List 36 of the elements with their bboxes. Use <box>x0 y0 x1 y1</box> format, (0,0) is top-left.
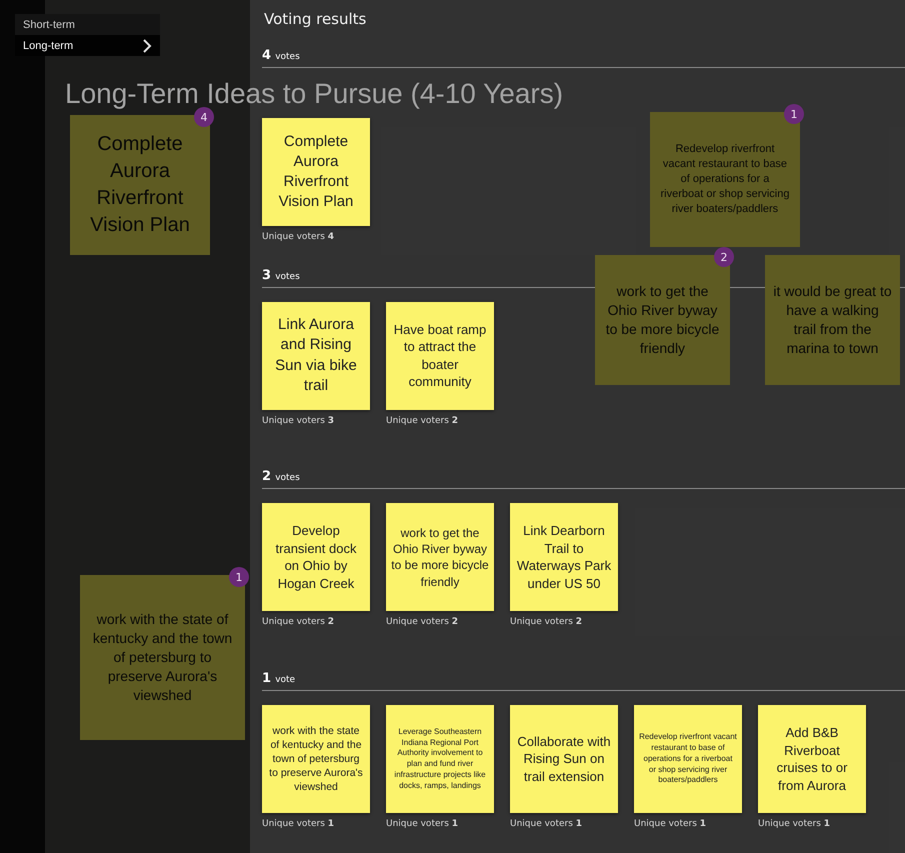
unique-voters-label: Unique voters 2 <box>386 617 460 628</box>
panel-title: Voting results <box>264 10 368 28</box>
idea-card: work to get the Ohio River byway to be more bicycle friendly <box>386 503 494 612</box>
vote-count-heading: 4 votes <box>262 48 301 63</box>
unique-voters-label: Unique voters 2 <box>262 617 336 628</box>
idea-card: Complete Aurora Riverfront Vision Plan <box>262 118 370 226</box>
idea-card: Link Aurora and Rising Sun via bike trail <box>262 302 370 410</box>
idea-card: work with the state of kentucky and the town of petersburg to preserve Aurora's viewshed <box>262 705 370 814</box>
idea-card: Add B&B Riverboat cruises to or from Aurora <box>758 705 866 814</box>
idea-card: Develop transient dock on Ohio by Hogan Creek <box>262 503 370 612</box>
sticky-note[interactable]: it would be great to have a walking trail from the marina to town <box>765 255 900 385</box>
vote-badge: 4 <box>194 107 214 127</box>
idea-card: Link Dearborn Trail to Waterways Park under US 50 <box>510 503 618 612</box>
unique-voters-label: Unique voters 1 <box>386 819 460 830</box>
vote-badge: 1 <box>784 104 804 124</box>
idea-card: Have boat ramp to attract the boater community <box>386 302 494 410</box>
idea-card: Collaborate with Rising Sun on trail extension <box>510 705 618 814</box>
idea-card: Redevelop riverfront vacant restaurant to base of operations for a riverboat or shop servicing river boaters/paddlers <box>634 705 742 814</box>
vote-badge: 2 <box>714 247 734 267</box>
vote-count-heading: 1 vote <box>262 671 296 686</box>
menu-item[interactable]: Long-term <box>15 35 160 56</box>
unique-voters-label: Unique voters 2 <box>386 416 460 426</box>
unique-voters-label: Unique voters 3 <box>262 416 336 426</box>
unique-voters-label: Unique voters 1 <box>510 819 584 830</box>
unique-voters-label: Unique voters 1 <box>262 819 336 830</box>
idea-card: Leverage Southeastern Indiana Regional Port Authority involvement to plan and fund river infrastructure projects like docks, ramps, landings <box>386 705 494 814</box>
vote-count-heading: 3 votes <box>262 268 301 283</box>
unique-voters-label: Unique voters 1 <box>758 819 832 830</box>
board-title: Long-Term Ideas to Pursue (4-10 Years) <box>65 78 564 110</box>
vote-count-heading: 2 votes <box>262 469 301 484</box>
unique-voters-label: Unique voters 4 <box>262 232 336 242</box>
chevron-right-icon <box>143 38 152 52</box>
unique-voters-label: Unique voters 1 <box>634 819 708 830</box>
menu-item[interactable]: Short-term <box>15 14 160 35</box>
vote-badge: 1 <box>229 567 249 587</box>
unique-voters-label: Unique voters 2 <box>510 617 584 628</box>
